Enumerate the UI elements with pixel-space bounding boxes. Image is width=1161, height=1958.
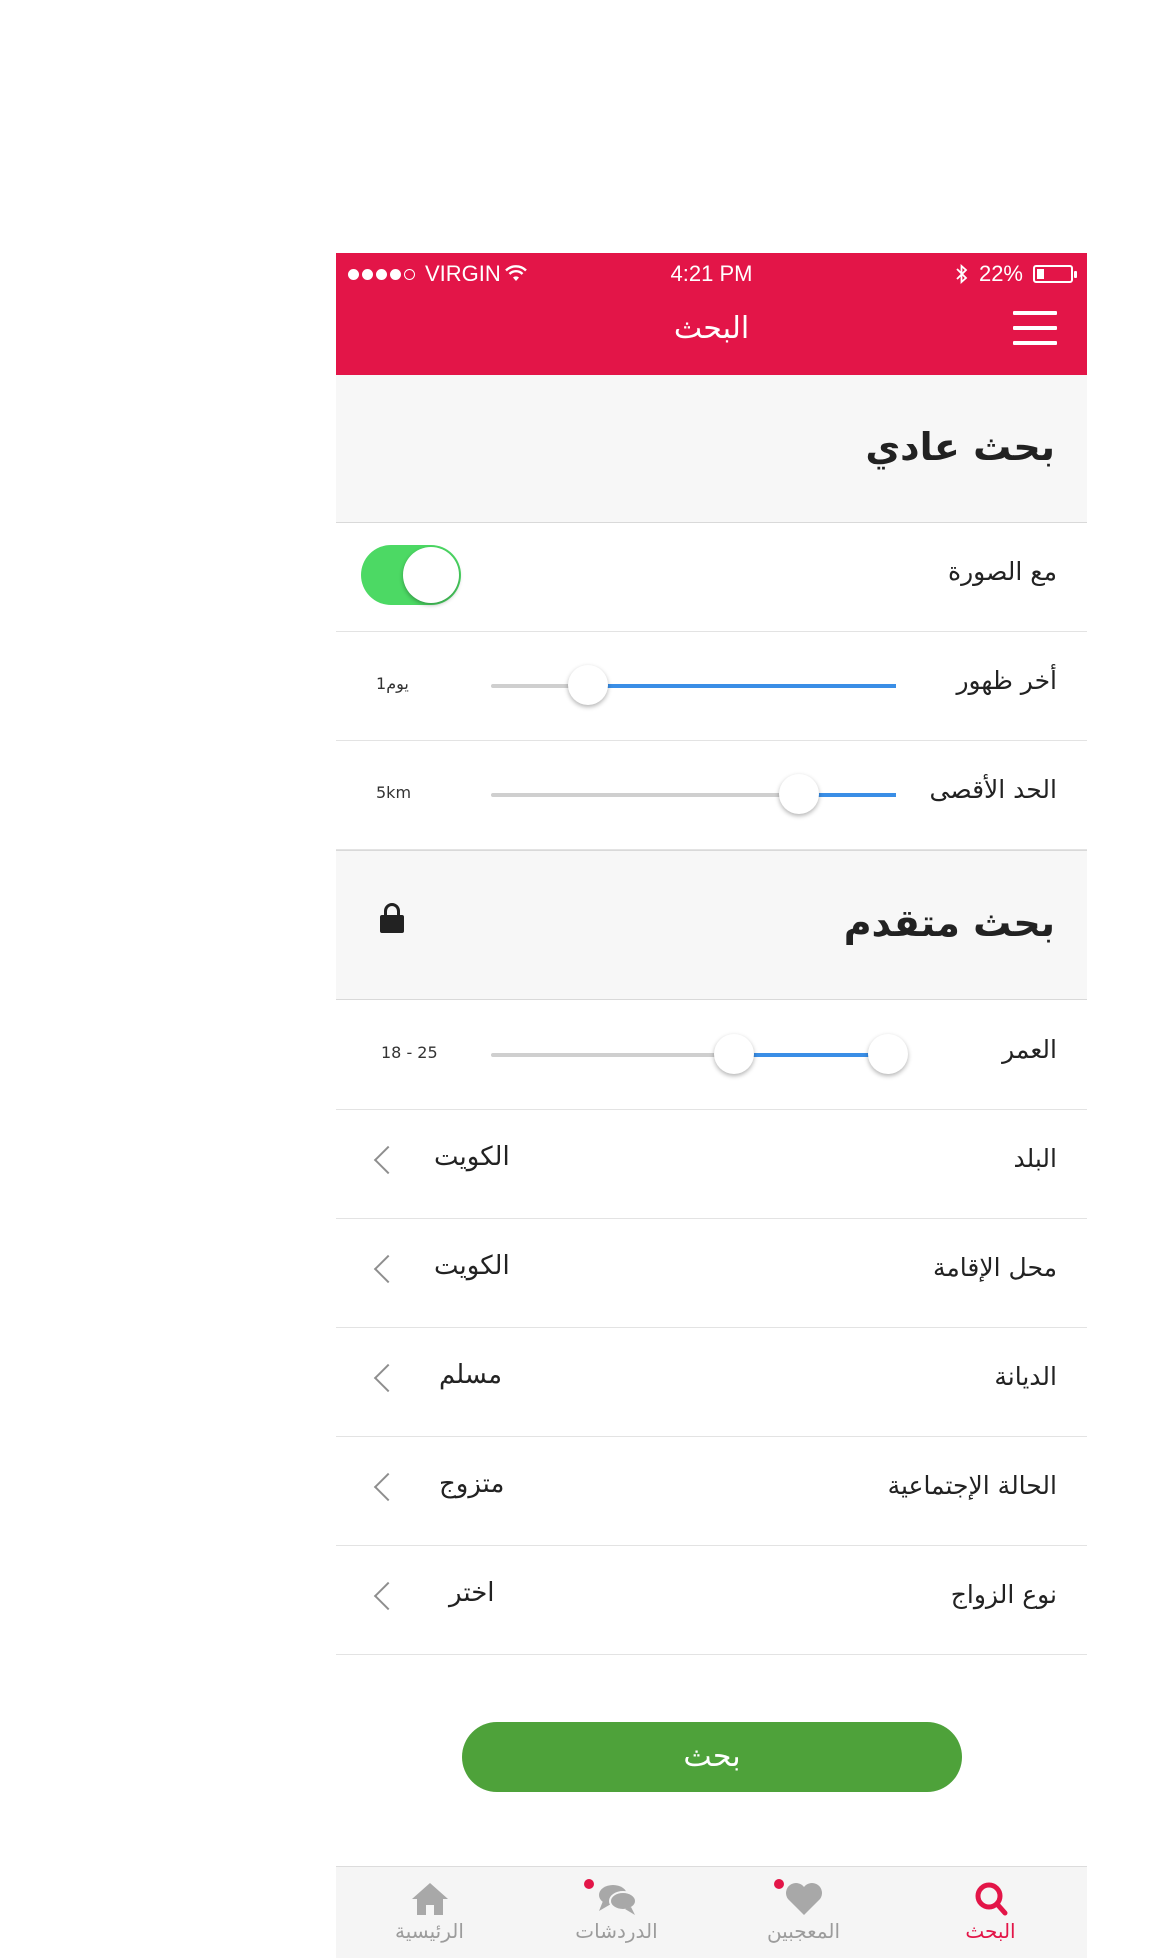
tab-search[interactable]: البحث <box>897 1867 1084 1958</box>
last-seen-row: أخر ظهور 1يوم <box>336 632 1087 741</box>
country-value: الكويت <box>434 1142 510 1172</box>
chevron-left-icon <box>373 1145 403 1175</box>
max-distance-slider[interactable] <box>491 774 896 814</box>
home-icon <box>411 1883 448 1915</box>
advanced-search-header: بحث متقدم <box>336 850 1087 1000</box>
lock-icon <box>380 903 404 933</box>
basic-search-title: بحث عادي <box>865 425 1055 469</box>
last-seen-slider[interactable] <box>491 665 896 705</box>
marital-status-value: متزوج <box>439 1469 505 1499</box>
religion-row[interactable]: الديانة مسلم <box>336 1328 1087 1437</box>
age-label: العمر <box>1002 1035 1057 1064</box>
chats-badge <box>584 1879 594 1889</box>
bluetooth-icon <box>956 263 968 285</box>
battery-icon <box>1033 265 1077 283</box>
basic-search-header: بحث عادي <box>336 375 1087 523</box>
heart-icon <box>785 1883 822 1915</box>
tab-admirers-label: المعجبين <box>766 1919 841 1943</box>
status-bar: VIRGIN 4:21 PM 22% <box>336 253 1087 293</box>
max-distance-value: 5km <box>376 783 412 802</box>
age-range-slider[interactable] <box>491 1034 908 1074</box>
age-max-thumb[interactable] <box>867 1034 908 1074</box>
slider-thumb[interactable] <box>568 665 609 705</box>
tab-chats[interactable]: الدردشات <box>523 1867 710 1958</box>
chat-icon <box>598 1885 637 1915</box>
religion-value: مسلم <box>439 1360 503 1390</box>
marital-status-label: الحالة الإجتماعية <box>887 1471 1057 1500</box>
max-distance-label: الحد الأقصى <box>929 775 1057 804</box>
slider-thumb[interactable] <box>778 774 819 814</box>
marriage-type-row[interactable]: نوع الزواج اختر <box>336 1546 1087 1655</box>
battery-percent: 22% <box>978 261 1023 286</box>
page-title: البحث <box>673 311 750 346</box>
tab-bar: الرئيسية الدردشات المعجبين البحث <box>336 1866 1087 1958</box>
age-min-thumb[interactable] <box>714 1034 754 1074</box>
last-seen-label: أخر ظهور <box>956 666 1057 695</box>
residence-label: محل الإقامة <box>933 1253 1057 1282</box>
search-icon <box>975 1882 1007 1916</box>
tab-home[interactable]: الرئيسية <box>336 1867 523 1958</box>
tab-chats-label: الدردشات <box>575 1919 658 1943</box>
marriage-type-label: نوع الزواج <box>950 1580 1057 1609</box>
with-photo-row: مع الصورة <box>336 523 1087 632</box>
chevron-left-icon <box>373 1472 403 1502</box>
with-photo-label: مع الصورة <box>948 557 1057 586</box>
chevron-left-icon <box>373 1363 403 1393</box>
residence-row[interactable]: محل الإقامة الكويت <box>336 1219 1087 1328</box>
search-button[interactable]: بحث <box>462 1722 962 1792</box>
max-distance-row: الحد الأقصى 5km <box>336 741 1087 850</box>
phone-screen: VIRGIN 4:21 PM 22% البحث بحث عادي مع الص… <box>336 253 1087 1958</box>
menu-button[interactable] <box>1013 311 1057 345</box>
residence-value: الكويت <box>434 1251 510 1281</box>
chevron-left-icon <box>373 1581 403 1611</box>
marital-status-row[interactable]: الحالة الإجتماعية متزوج <box>336 1437 1087 1546</box>
admirers-badge <box>774 1879 784 1889</box>
advanced-search-title: بحث متقدم <box>843 901 1055 945</box>
religion-label: الديانة <box>994 1362 1057 1391</box>
tab-home-label: الرئيسية <box>395 1919 464 1943</box>
age-value: 18 - 25 <box>381 1043 438 1062</box>
country-label: البلد <box>1013 1144 1057 1173</box>
tab-admirers[interactable]: المعجبين <box>710 1867 897 1958</box>
last-seen-value: 1يوم <box>376 674 409 693</box>
country-row[interactable]: البلد الكويت <box>336 1110 1087 1219</box>
marriage-type-value: اختر <box>449 1578 495 1608</box>
age-row: العمر 18 - 25 <box>336 1001 1087 1110</box>
with-photo-toggle[interactable] <box>361 545 461 605</box>
chevron-left-icon <box>373 1254 403 1284</box>
tab-search-label: البحث <box>965 1919 1016 1943</box>
top-bar: VIRGIN 4:21 PM 22% البحث <box>336 253 1087 375</box>
status-right: 22% <box>955 261 1077 287</box>
